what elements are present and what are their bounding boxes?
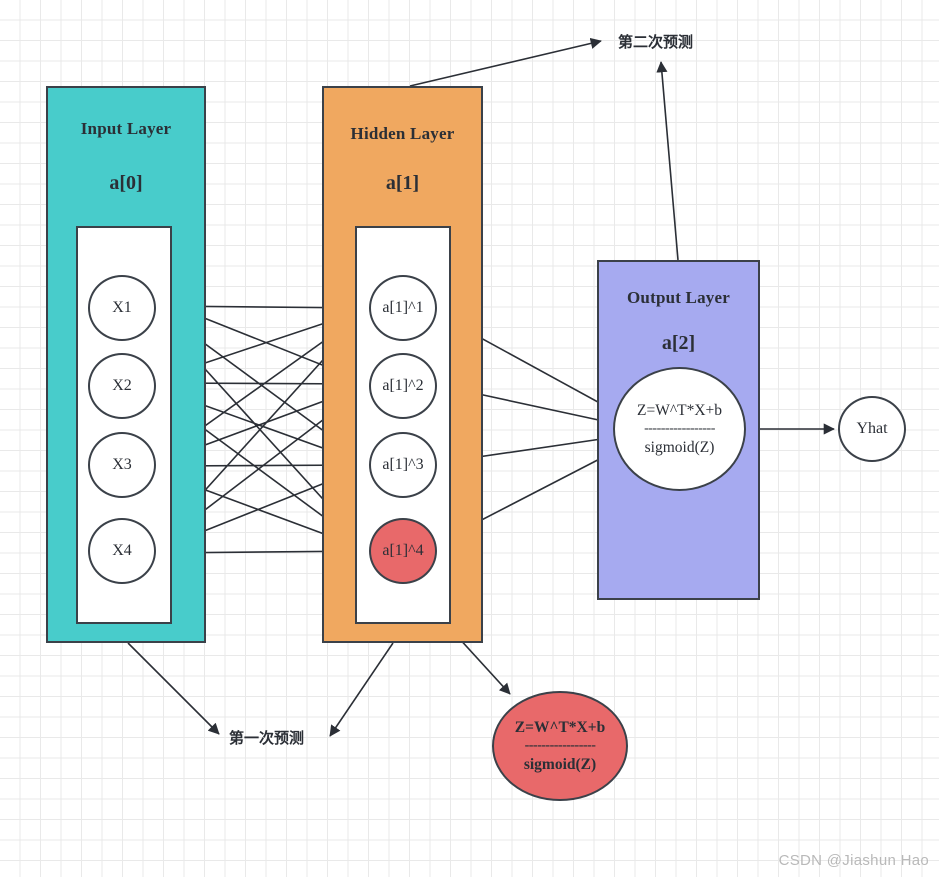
input-node-x2[interactable]: X2: [88, 353, 156, 419]
hidden-node-3-label: a[1]^3: [382, 456, 424, 473]
output-node-formula[interactable]: Z=W^T*X+b ----------------- sigmoid(Z): [613, 367, 746, 491]
hidden-node-1[interactable]: a[1]^1: [369, 275, 437, 341]
output-node-formula-divider: -----------------: [644, 421, 715, 437]
input-node-x4[interactable]: X4: [88, 518, 156, 584]
annotation-second-prediction: 第二次预测: [618, 33, 694, 51]
input-node-x2-label: X2: [112, 377, 132, 394]
hidden-node-1-label: a[1]^1: [382, 299, 424, 316]
hidden-node-3[interactable]: a[1]^3: [369, 432, 437, 498]
hidden-node-4-label: a[1]^4: [382, 542, 424, 559]
hidden-layer-title: Hidden Layer: [350, 124, 455, 143]
watermark: CSDN @Jiashun Hao: [778, 852, 929, 869]
input-node-x4-label: X4: [112, 542, 132, 559]
yhat-node[interactable]: Yhat: [838, 396, 906, 462]
output-node-formula-line1: Z=W^T*X+b: [636, 401, 722, 419]
hidden-node-2-label: a[1]^2: [382, 377, 424, 394]
output-node-formula-line2: sigmoid(Z): [644, 438, 715, 456]
formula-callout-line1: Z=W^T*X+b: [514, 718, 606, 736]
output-layer-activation: a[2]: [661, 332, 696, 354]
formula-callout-node[interactable]: Z=W^T*X+b ----------------- sigmoid(Z): [492, 691, 628, 801]
hidden-node-2[interactable]: a[1]^2: [369, 353, 437, 419]
input-layer-title: Input Layer: [80, 119, 172, 138]
hidden-node-4-highlighted[interactable]: a[1]^4: [369, 518, 437, 584]
formula-callout-divider: -----------------: [524, 738, 596, 754]
input-node-x1-label: X1: [112, 299, 132, 316]
output-layer-title: Output Layer: [627, 288, 730, 307]
input-node-x1[interactable]: X1: [88, 275, 156, 341]
input-node-x3[interactable]: X3: [88, 432, 156, 498]
annotation-first-prediction: 第一次预测: [229, 729, 305, 747]
input-layer-activation: a[0]: [109, 172, 143, 194]
yhat-node-label: Yhat: [856, 420, 888, 437]
hidden-layer-activation: a[1]: [385, 172, 420, 194]
formula-callout-line2: sigmoid(Z): [523, 755, 597, 773]
input-node-x3-label: X3: [112, 456, 132, 473]
